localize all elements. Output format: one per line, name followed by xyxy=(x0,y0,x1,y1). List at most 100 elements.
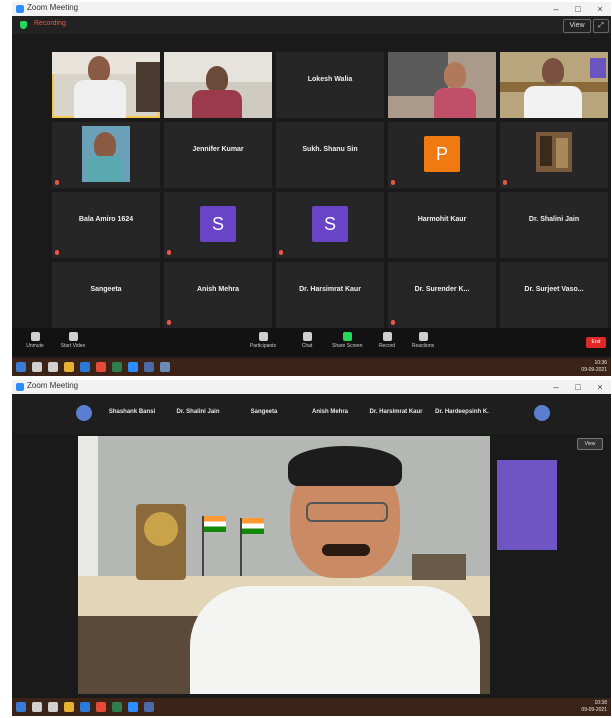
security-shield-icon[interactable] xyxy=(20,21,27,29)
app-taskbar-icon[interactable] xyxy=(144,702,154,712)
participant-name: Anish Mehra xyxy=(196,286,239,293)
strip-participant[interactable]: Dr. Hardeepsinh K. xyxy=(430,402,494,422)
muted-mic-icon xyxy=(55,250,59,255)
strip-next-icon[interactable] xyxy=(534,405,550,421)
gallery-grid: Lokesh Walia Jennifer Kumar Sukh. Shanu … xyxy=(52,52,608,328)
participant-tile-3[interactable]: Lokesh Walia xyxy=(276,52,384,118)
participant-tile-6[interactable] xyxy=(52,122,160,188)
maximize-icon[interactable]: □ xyxy=(567,380,589,394)
participant-tile-20[interactable]: Dr. Surjeet Vaso... xyxy=(500,262,608,328)
search-icon[interactable] xyxy=(32,362,42,372)
participant-tile-17[interactable]: Anish Mehra xyxy=(164,262,272,328)
speaker-hair xyxy=(288,446,402,486)
muted-mic-icon xyxy=(167,250,171,255)
india-flag-icon xyxy=(242,518,264,534)
chrome-browser-icon[interactable] xyxy=(96,702,106,712)
participant-name: Dr. Surender K... xyxy=(414,286,470,293)
participant-tile-9[interactable]: P xyxy=(388,122,496,188)
strip-participant[interactable]: Dr. Harsimrat Kaur xyxy=(364,402,428,422)
strip-participant[interactable]: Sangeeta xyxy=(232,402,296,422)
view-button[interactable]: View xyxy=(563,19,591,33)
participant-tile-16[interactable]: Sangeeta xyxy=(52,262,160,328)
participant-avatar: P xyxy=(424,136,460,172)
minimize-icon[interactable]: – xyxy=(545,380,567,394)
chrome-browser-icon[interactable] xyxy=(96,362,106,372)
app-taskbar-icon[interactable] xyxy=(160,362,170,372)
participant-tile-10[interactable] xyxy=(500,122,608,188)
strip-participant[interactable]: Anish Mehra xyxy=(298,402,362,422)
participant-tile-15[interactable]: Dr. Shalini Jain xyxy=(500,192,608,258)
participant-name: Sangeeta xyxy=(90,286,122,293)
task-view-icon[interactable] xyxy=(48,702,58,712)
participant-tile-1[interactable] xyxy=(52,52,160,118)
participant-tile-5[interactable] xyxy=(500,52,608,118)
reactions-icon xyxy=(418,332,428,341)
chat-icon xyxy=(302,332,312,341)
minimize-icon[interactable]: – xyxy=(545,2,567,16)
participant-strip: Shashank Bansi Dr. Shalini Jain Sangeeta… xyxy=(12,394,611,434)
participant-tile-19[interactable]: Dr. Surender K... xyxy=(388,262,496,328)
participant-tile-4[interactable] xyxy=(388,52,496,118)
maximize-icon[interactable]: □ xyxy=(567,2,589,16)
microphone-icon xyxy=(30,332,40,341)
system-clock[interactable]: 10:36 09-09-2021 xyxy=(581,360,607,374)
participants-button[interactable]: Participants xyxy=(248,332,278,349)
active-speaker-video[interactable] xyxy=(78,436,490,694)
reactions-button[interactable]: Reactions xyxy=(408,332,438,349)
participant-tile-14[interactable]: Harmohit Kaur xyxy=(388,192,496,258)
zoom-taskbar-icon[interactable] xyxy=(128,362,138,372)
participant-tile-7[interactable]: Jennifer Kumar xyxy=(164,122,272,188)
clock-time: 10:36 xyxy=(594,360,607,366)
participant-tile-11[interactable]: Bala Amiro 1624 xyxy=(52,192,160,258)
participant-body xyxy=(88,156,124,182)
edge-browser-icon[interactable] xyxy=(80,702,90,712)
participant-body xyxy=(192,90,242,118)
participant-name: Dr. Harsimrat Kaur xyxy=(299,286,361,293)
app-taskbar-icon[interactable] xyxy=(144,362,154,372)
photo-detail xyxy=(540,136,552,166)
zoom-gallery-window: Zoom Meeting – □ × Recording View ⤢ Loke… xyxy=(12,2,611,376)
strip-prev-icon[interactable] xyxy=(76,405,92,421)
participant-tile-8[interactable]: Sukh. Shanu Sin xyxy=(276,122,384,188)
strip-participant[interactable]: Dr. Shalini Jain xyxy=(166,402,230,422)
record-button[interactable]: Record xyxy=(372,332,402,349)
excel-icon[interactable] xyxy=(112,702,122,712)
start-menu-icon[interactable] xyxy=(16,362,26,372)
view-button[interactable]: View xyxy=(577,438,603,450)
participant-tile-13[interactable]: S xyxy=(276,192,384,258)
control-label: Reactions xyxy=(411,343,435,349)
search-icon[interactable] xyxy=(32,702,42,712)
photo-detail xyxy=(556,138,568,168)
start-video-button[interactable]: Start Video xyxy=(58,332,88,349)
participant-tile-12[interactable]: S xyxy=(164,192,272,258)
fullscreen-icon[interactable]: ⤢ xyxy=(593,19,609,33)
chat-button[interactable]: Chat xyxy=(292,332,322,349)
background-panel xyxy=(497,460,557,550)
clock-time: 10:38 xyxy=(594,700,607,706)
participant-face xyxy=(88,56,110,82)
unmute-button[interactable]: Unmute xyxy=(20,332,50,349)
file-explorer-icon[interactable] xyxy=(64,702,74,712)
file-explorer-icon[interactable] xyxy=(64,362,74,372)
close-icon[interactable]: × xyxy=(589,380,611,394)
india-flag-icon xyxy=(204,516,226,532)
excel-icon[interactable] xyxy=(112,362,122,372)
participant-body xyxy=(74,80,126,118)
close-icon[interactable]: × xyxy=(589,2,611,16)
system-clock[interactable]: 10:38 09-09-2021 xyxy=(581,700,607,714)
zoom-app-icon xyxy=(16,383,24,391)
participant-name: Lokesh Walia xyxy=(307,76,353,83)
zoom-taskbar-icon[interactable] xyxy=(128,702,138,712)
recording-indicator: Recording xyxy=(34,20,66,27)
edge-browser-icon[interactable] xyxy=(80,362,90,372)
participant-tile-18[interactable]: Dr. Harsimrat Kaur xyxy=(276,262,384,328)
muted-mic-icon xyxy=(279,250,283,255)
end-meeting-button[interactable]: End xyxy=(586,337,606,348)
start-menu-icon[interactable] xyxy=(16,702,26,712)
share-screen-button[interactable]: Share Screen xyxy=(332,332,363,349)
strip-participant[interactable]: Shashank Bansi xyxy=(100,402,164,422)
participant-name: Bala Amiro 1624 xyxy=(78,216,134,223)
participant-tile-2[interactable] xyxy=(164,52,272,118)
task-view-icon[interactable] xyxy=(48,362,58,372)
clock-date: 09-09-2021 xyxy=(581,367,607,373)
